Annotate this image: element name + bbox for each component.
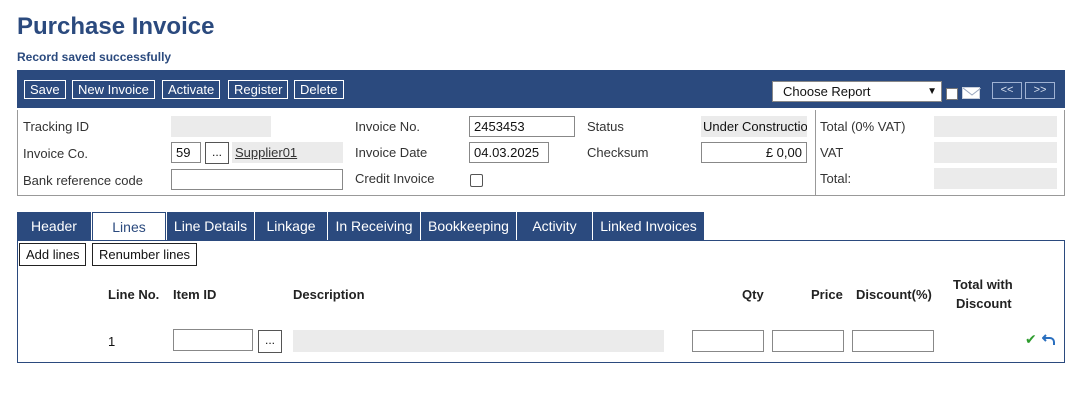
col-total-line2: Discount [956,296,1012,311]
tab-line-details[interactable]: Line Details [167,212,254,241]
row-item-id-input[interactable] [173,329,253,351]
col-discount: Discount(%) [856,287,932,302]
total-excl-field [934,116,1057,137]
invoice-co-input[interactable]: 59 [171,142,201,163]
renumber-lines-button[interactable]: Renumber lines [92,243,198,266]
add-lines-button[interactable]: Add lines [19,243,87,266]
checksum-label: Checksum [587,145,649,160]
invoice-date-label: Invoice Date [355,145,428,160]
tracking-id-label: Tracking ID [23,119,89,134]
register-button[interactable]: Register [228,80,289,99]
new-invoice-button[interactable]: New Invoice [72,80,155,99]
invoice-date-input[interactable]: 04.03.2025 [469,142,549,163]
tab-activity[interactable]: Activity [517,212,592,241]
col-line-no: Line No. [108,287,160,302]
status-label: Status [587,119,624,134]
row-line-no: 1 [108,334,116,349]
delete-button[interactable]: Delete [294,80,344,99]
status-value: Under Construction [701,116,807,137]
tab-linked-invoices[interactable]: Linked Invoices [593,212,704,241]
bank-ref-input[interactable] [171,169,343,190]
credit-invoice-checkbox[interactable] [470,174,483,187]
row-discount-input[interactable] [852,330,934,352]
undo-icon[interactable] [1041,333,1056,350]
row-item-lookup-button[interactable]: ... [258,330,282,353]
invoice-form: Tracking ID Invoice Co. 59 ... Supplier0… [17,110,1065,196]
row-price-input[interactable] [772,330,844,352]
col-price: Price [811,287,843,302]
total-field [934,168,1057,189]
report-select-label: Choose Report [783,84,871,99]
invoice-no-label: Invoice No. [355,119,421,134]
report-checkbox[interactable] [946,88,958,100]
invoice-co-label: Invoice Co. [23,146,89,161]
invoice-no-input[interactable]: 2453453 [469,116,575,137]
toolbar: Save New Invoice Activate Register Delet… [17,70,1065,108]
total-excl-label: Total (0% VAT) [820,119,906,134]
col-total-line1: Total with [953,277,1013,292]
row-qty-input[interactable] [692,330,764,352]
activate-button[interactable]: Activate [162,80,221,99]
credit-invoice-label: Credit Invoice [355,171,435,186]
form-divider [815,110,816,195]
report-select[interactable]: Choose Report ▼ [772,81,942,102]
mail-icon[interactable] [962,87,981,99]
col-item-id: Item ID [173,287,217,302]
check-icon[interactable]: ✔ [1025,331,1037,348]
prev-record-button[interactable]: << [992,82,1022,99]
tab-header[interactable]: Header [17,212,91,241]
tab-lines[interactable]: Lines [92,212,166,242]
vat-field [934,142,1057,163]
tab-in-receiving[interactable]: In Receiving [328,212,420,241]
col-qty: Qty [742,287,764,302]
tracking-id-field [171,116,271,137]
bank-ref-label: Bank reference code [23,173,143,188]
row-description-field [293,330,664,352]
supplier-link[interactable]: Supplier01 [232,142,343,163]
checksum-input[interactable]: £ 0,00 [701,142,807,163]
page-title: Purchase Invoice [17,13,215,40]
status-message: Record saved successfully [17,50,172,64]
lines-panel: Add lines Renumber lines Line No. Item I… [17,240,1065,363]
save-button[interactable]: Save [24,80,66,99]
tab-bookkeeping[interactable]: Bookkeeping [421,212,516,241]
supplier-lookup-button[interactable]: ... [205,142,229,164]
vat-label: VAT [820,145,844,160]
tab-bar: Header Lines Line Details Linkage In Rec… [17,212,1065,242]
chevron-down-icon: ▼ [927,86,937,97]
next-record-button[interactable]: >> [1025,82,1055,99]
total-label: Total: [820,171,852,186]
col-description: Description [293,287,365,302]
tab-linkage[interactable]: Linkage [255,212,327,241]
